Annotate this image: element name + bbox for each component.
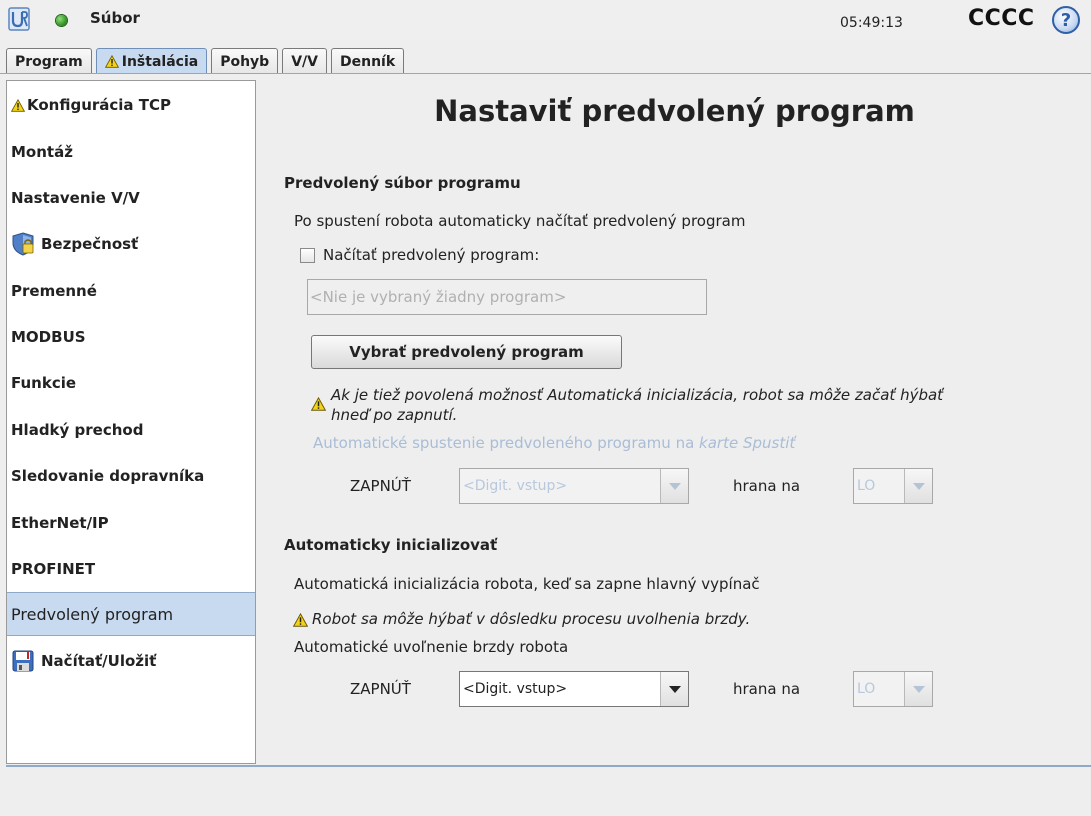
tab-label: Program <box>15 53 83 70</box>
tab-label: Inštalácia <box>121 53 199 70</box>
sidebar-item-label: Nastavenie V/V <box>11 189 140 207</box>
tab-divider <box>0 73 1091 74</box>
warning-icon <box>11 98 25 112</box>
sidebar-item-tcp-configuration[interactable]: Konfigurácia TCP <box>7 83 255 127</box>
tab-installation[interactable]: Inštalácia <box>95 48 208 74</box>
auto-init-on-label: ZAPNÚŤ <box>350 680 411 698</box>
tab-io[interactable]: V/V <box>282 48 327 74</box>
autostart-text: Automatické spustenie predvoleného progr… <box>313 434 700 452</box>
warning-icon <box>311 397 326 411</box>
sidebar-item-label: Načítať/Uložiť <box>41 652 157 670</box>
sidebar-item-label: EtherNet/IP <box>11 514 109 532</box>
autostart-edge-select[interactable]: LO <box>853 468 933 504</box>
chevron-down-icon <box>660 672 688 706</box>
sidebar-item-label: Hladký prechod <box>11 421 144 439</box>
tab-program[interactable]: Program <box>6 48 92 74</box>
warning-icon <box>293 613 308 627</box>
autostart-warning-line1: Ak je tiež povolená možnosť Automatická … <box>331 386 944 404</box>
sidebar-item-smooth-transition[interactable]: Hladký prechod <box>7 408 255 452</box>
warning-icon <box>104 55 119 68</box>
sidebar-item-variables[interactable]: Premenné <box>7 269 255 313</box>
sidebar-item-conveyor-tracking[interactable]: Sledovanie dopravníka <box>7 454 255 498</box>
load-default-program-label: Načítať predvolený program: <box>323 246 540 264</box>
sidebar-item-label: MODBUS <box>11 328 86 346</box>
sidebar-item-label: Funkcie <box>11 374 77 392</box>
tab-label: V/V <box>291 53 318 70</box>
chevron-down-icon <box>904 469 932 503</box>
ur-logo-icon <box>8 7 30 31</box>
sidebar-item-modbus[interactable]: MODBUS <box>7 315 255 359</box>
select-value: LO <box>857 681 876 697</box>
select-value: LO <box>857 478 876 494</box>
choose-default-program-button[interactable]: Vybrať predvolený program <box>311 335 622 369</box>
autostart-on-label: ZAPNÚŤ <box>350 477 411 495</box>
sidebar-item-safety[interactable]: Bezpečnosť <box>7 222 255 266</box>
clock: 05:49:13 <box>840 15 903 31</box>
chevron-down-icon <box>660 469 688 503</box>
brake-release-label: Automatické uvoľnenie brzdy robota <box>294 638 569 656</box>
robot-name: CCCC <box>968 6 1035 31</box>
auto-init-input-select[interactable]: <Digit. vstup> <box>459 671 689 707</box>
autostart-warning-line2: hneď po zapnutí. <box>331 406 458 424</box>
autostart-run-tab-link: karte Spustiť <box>699 434 796 452</box>
sidebar-item-ethernet-ip[interactable]: EtherNet/IP <box>7 501 255 545</box>
sidebar-item-label: Predvolený program <box>11 604 174 624</box>
load-default-program-checkbox[interactable] <box>300 248 315 263</box>
safety-shield-icon <box>12 232 34 256</box>
sidebar-item-label: Montáž <box>11 143 73 161</box>
sidebar-item-load-save[interactable]: Načítať/Uložiť <box>7 639 255 683</box>
sidebar-item-label: Sledovanie dopravníka <box>11 467 205 485</box>
default-program-description: Po spustení robota automaticky načítať p… <box>294 212 746 230</box>
sidebar-item-label: PROFINET <box>11 560 96 578</box>
robot-status-led-icon <box>56 15 67 26</box>
sidebar-item-default-program[interactable]: Predvolený program <box>7 592 255 636</box>
auto-init-edge-select[interactable]: LO <box>853 671 933 707</box>
sidebar-item-label: Premenné <box>11 282 97 300</box>
tab-label: Denník <box>340 53 396 70</box>
tab-move[interactable]: Pohyb <box>211 48 279 74</box>
sidebar-item-label: Konfigurácia TCP <box>27 96 172 114</box>
sidebar-item-label: Bezpečnosť <box>41 235 139 253</box>
bottom-divider <box>6 765 1091 767</box>
page-title: Nastaviť predvolený program <box>434 94 915 128</box>
auto-init-edge-label: hrana na <box>733 680 801 698</box>
tab-label: Pohyb <box>220 53 270 70</box>
tab-log[interactable]: Denník <box>331 48 405 74</box>
sidebar: Konfigurácia TCP Montáž Nastavenie V/V B… <box>6 80 256 764</box>
brake-release-warning: Robot sa môže hýbať v dôsledku procesu u… <box>312 610 751 628</box>
autostart-edge-label: hrana na <box>733 477 801 495</box>
sidebar-item-features[interactable]: Funkcie <box>7 361 255 405</box>
sidebar-item-mounting[interactable]: Montáž <box>7 130 255 174</box>
sidebar-item-io-setup[interactable]: Nastavenie V/V <box>7 176 255 220</box>
autostart-description: Automatické spustenie predvoleného progr… <box>313 434 795 452</box>
default-program-field: <Nie je vybraný žiadny program> <box>307 279 707 315</box>
select-value: <Digit. vstup> <box>463 478 568 494</box>
select-value: <Digit. vstup> <box>463 681 568 697</box>
auto-init-description: Automatická inicializácia robota, keď sa… <box>294 575 760 593</box>
section-heading-default-program: Predvolený súbor programu <box>284 174 521 192</box>
autostart-input-select[interactable]: <Digit. vstup> <box>459 468 689 504</box>
main-panel: Nastaviť predvolený program Predvolený s… <box>258 80 1091 764</box>
chevron-down-icon <box>904 672 932 706</box>
floppy-disk-icon <box>12 650 34 672</box>
help-icon[interactable]: ? <box>1052 6 1080 34</box>
sidebar-item-profinet[interactable]: PROFINET <box>7 547 255 591</box>
file-menu[interactable]: Súbor <box>90 9 140 27</box>
section-heading-auto-initialize: Automaticky inicializovať <box>284 536 498 554</box>
top-bar: Súbor 05:49:13 CCCC ? <box>0 0 1091 40</box>
main-tabs: Program Inštalácia Pohyb V/V Denník <box>6 48 408 74</box>
